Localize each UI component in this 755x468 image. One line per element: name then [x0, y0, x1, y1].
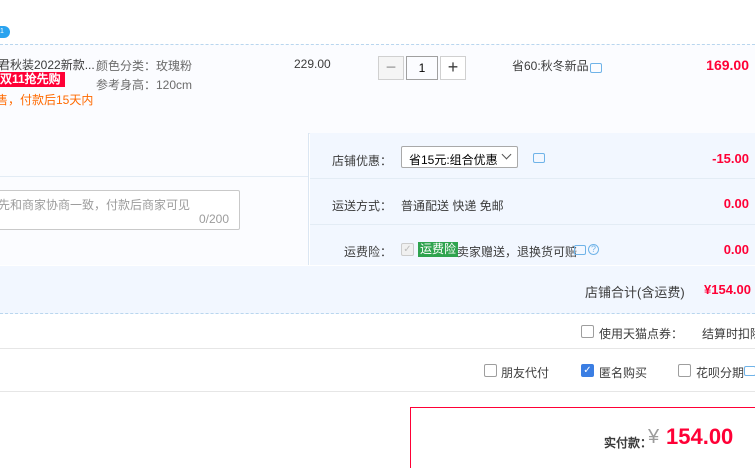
divider	[310, 178, 755, 179]
qty-increase-button[interactable]: +	[440, 56, 466, 80]
item-subtotal: 169.00	[706, 57, 749, 73]
insurance-label: 运费险：	[344, 245, 393, 259]
shop-total-amount: ¥154.00	[704, 282, 751, 297]
sku-color: 颜色分类：玫瑰粉	[96, 59, 193, 73]
divider	[0, 348, 755, 349]
tmall-points-label: 使用天猫点券：	[599, 327, 684, 341]
insurance-amount: 0.00	[723, 242, 749, 257]
message-char-counter: 0/200	[199, 212, 230, 226]
insurance-checkbox: ✓	[401, 243, 414, 256]
currency-symbol: ¥	[648, 426, 660, 448]
chat-icon[interactable]	[744, 366, 755, 376]
chat-icon[interactable]	[574, 245, 586, 255]
promo-tag: 双11抢先购	[0, 72, 65, 87]
shop-discount-select[interactable]: 省15元:组合优惠	[401, 146, 518, 168]
shipping-method: 普通配送 快递 免邮	[401, 199, 504, 213]
tmall-points-checkbox[interactable]	[581, 325, 594, 338]
shop-discount-amount: -15.00	[712, 151, 749, 166]
chat-icon[interactable]	[533, 153, 545, 163]
qty-input[interactable]: 1	[406, 56, 438, 80]
sku-height: 参考身高：120cm	[96, 78, 193, 92]
item-title[interactable]: 君秋装2022新款...	[0, 56, 95, 73]
settle-note: 结算时扣除	[702, 327, 755, 341]
shop-total-label: 店铺合计(含运费)	[585, 285, 685, 300]
help-icon[interactable]: ?	[588, 244, 599, 255]
anonymous-label: 匿名购买	[599, 366, 648, 380]
presale-note: 售，付款后15天内	[0, 93, 94, 107]
payment-label: 实付款：	[604, 436, 653, 450]
notification-badge: 1	[0, 26, 10, 38]
huabei-label: 花呗分期	[696, 366, 745, 380]
divider	[0, 391, 755, 392]
qty-decrease-button[interactable]: −	[378, 56, 404, 80]
friend-pay-checkbox[interactable]	[484, 364, 497, 377]
shop-discount-label: 店铺优惠：	[332, 154, 393, 168]
quantity-stepper: − 1 +	[378, 56, 466, 80]
shipping-label: 运送方式：	[332, 199, 393, 213]
chevron-down-icon	[501, 149, 512, 160]
shop-discount-value: 省15元:组合优惠	[409, 153, 498, 167]
friend-pay-label: 朋友代付	[501, 366, 550, 380]
message-placeholder: 先和商家协商一致，付款后商家可见	[0, 198, 191, 212]
payment-amount: 154.00	[666, 424, 734, 449]
divider	[0, 176, 308, 177]
shipping-amount: 0.00	[723, 196, 749, 211]
anonymous-checkbox[interactable]: ✓	[581, 364, 594, 377]
item-discount: 省60:秋冬新品	[512, 59, 589, 73]
chat-icon[interactable]	[590, 63, 602, 73]
insurance-tag: 运费险	[418, 242, 459, 257]
divider	[310, 224, 755, 225]
huabei-checkbox[interactable]	[678, 364, 691, 377]
unit-price: 229.00	[294, 57, 331, 71]
insurance-desc: 卖家赠送，退换货可赔	[457, 245, 578, 259]
